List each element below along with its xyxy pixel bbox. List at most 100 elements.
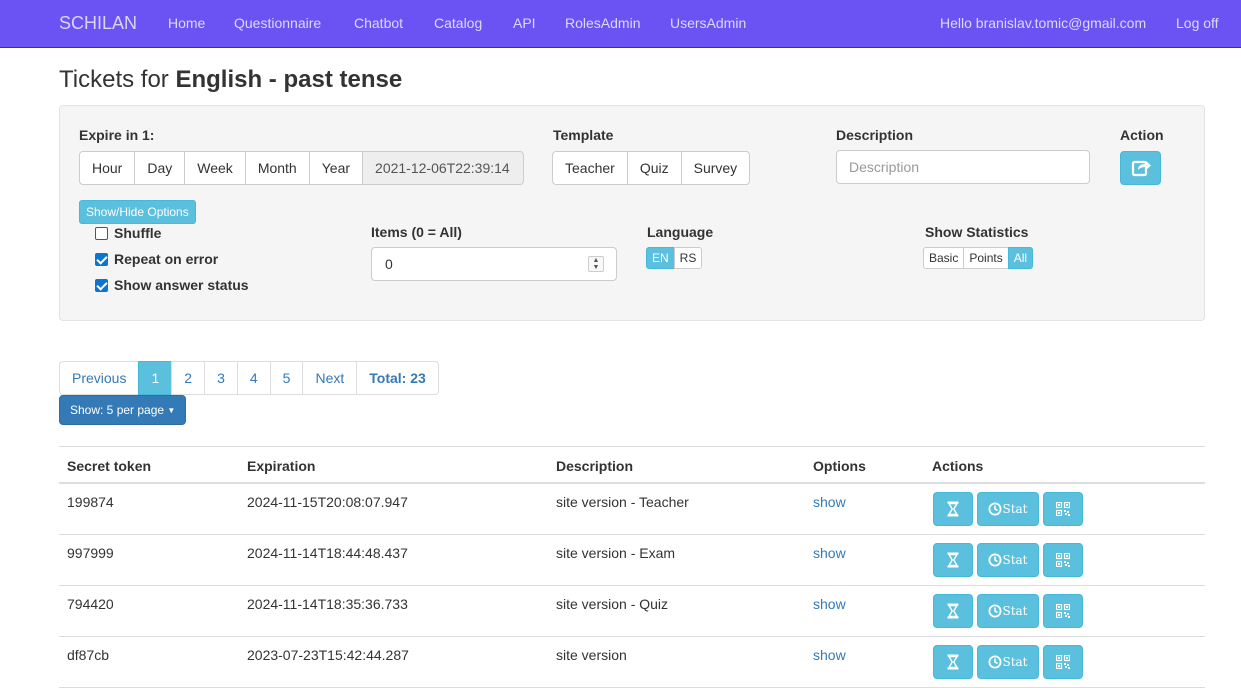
stats-basic-button[interactable]: Basic	[923, 247, 965, 269]
template-button-group: Teacher Quiz Survey	[552, 151, 751, 185]
items-label: Items (0 = All)	[371, 224, 462, 240]
row-show-link[interactable]: show	[813, 647, 846, 663]
shuffle-checkbox[interactable]	[95, 226, 108, 240]
qr-code-button[interactable]	[1043, 645, 1083, 679]
expire-button-group: Hour Day Week Month Year 2021-12-06T22:3…	[79, 151, 525, 185]
expire-day-button[interactable]: Day	[134, 151, 186, 185]
template-teacher-button[interactable]: Teacher	[552, 151, 628, 185]
language-en-button[interactable]: EN	[646, 247, 675, 269]
pagination-next[interactable]: Next	[302, 361, 358, 395]
page-title-prefix: Tickets for	[59, 66, 176, 93]
row-description: site version	[556, 647, 627, 663]
nav-logoff[interactable]: Log off	[1176, 15, 1219, 31]
language-label: Language	[647, 224, 714, 240]
repeat-on-error-checkbox[interactable]	[95, 252, 108, 266]
extend-expiration-button[interactable]	[933, 645, 973, 679]
ticket-options-panel: Expire in 1: Hour Day Week Month Year 20…	[59, 105, 1205, 321]
stats-all-button[interactable]: All	[1007, 247, 1034, 269]
nav-catalog[interactable]: Catalog	[434, 15, 482, 31]
row-token: 794420	[67, 596, 114, 612]
pagination-total: Total: 23	[356, 361, 439, 395]
expire-year-button[interactable]: Year	[308, 151, 364, 185]
repeat-on-error-checkbox-row[interactable]: Repeat on error	[95, 249, 218, 269]
table-row: 199874 2024-11-15T20:08:07.947 site vers…	[59, 484, 1205, 535]
shuffle-checkbox-row[interactable]: Shuffle	[95, 223, 161, 243]
qrcode-icon	[1056, 553, 1070, 567]
expire-week-button[interactable]: Week	[184, 151, 246, 185]
expire-month-button[interactable]: Month	[244, 151, 310, 185]
extend-expiration-button[interactable]	[933, 594, 973, 628]
share-square-icon	[1131, 160, 1151, 177]
show-hide-options-button[interactable]: Show/Hide Options	[79, 200, 196, 224]
qrcode-icon	[1056, 604, 1070, 618]
template-survey-button[interactable]: Survey	[680, 151, 751, 185]
nav-usersadmin[interactable]: UsersAdmin	[670, 15, 746, 31]
stats-points-button[interactable]: Points	[963, 247, 1009, 269]
expire-hour-button[interactable]: Hour	[79, 151, 136, 185]
qr-code-button[interactable]	[1043, 594, 1083, 628]
table-header: Secret token Expiration Description Opti…	[59, 446, 1205, 484]
nav-user-greeting[interactable]: Hello branislav.tomic@gmail.com	[940, 15, 1146, 31]
page-title-subject: English - past tense	[175, 66, 403, 93]
show-answer-status-label: Show answer status	[114, 277, 249, 293]
items-value: 0	[385, 256, 393, 272]
stat-label: Stat	[1002, 655, 1028, 669]
table-body: 199874 2024-11-15T20:08:07.947 site vers…	[59, 484, 1205, 688]
pagination-previous[interactable]: Previous	[59, 361, 140, 395]
spinner-up-icon[interactable]: ▲	[593, 257, 600, 264]
extend-expiration-button[interactable]	[933, 543, 973, 577]
row-description: site version - Quiz	[556, 596, 669, 612]
top-navbar: SCHILAN Home Questionnaire Chatbot Catal…	[0, 0, 1241, 48]
qrcode-icon	[1056, 655, 1070, 669]
language-rs-button[interactable]: RS	[673, 247, 703, 269]
description-input[interactable]	[836, 150, 1090, 184]
table-row: 794420 2024-11-14T18:35:36.733 site vers…	[59, 586, 1205, 637]
page-size-dropdown[interactable]: Show: 5 per page ▼	[59, 395, 187, 425]
nav-home[interactable]: Home	[168, 15, 205, 31]
statistics-button[interactable]: Stat	[977, 543, 1039, 577]
pagination-page-1[interactable]: 1	[138, 361, 173, 395]
statistics-button[interactable]: Stat	[977, 594, 1039, 628]
items-number-input[interactable]: 0 ▲ ▼	[371, 247, 617, 281]
show-answer-status-checkbox-row[interactable]: Show answer status	[95, 275, 249, 295]
nav-rolesadmin[interactable]: RolesAdmin	[565, 15, 640, 31]
table-row: 997999 2024-11-14T18:44:48.437 site vers…	[59, 535, 1205, 586]
page-title: Tickets for English - past tense	[59, 66, 402, 94]
col-description: Description	[556, 458, 634, 474]
nav-questionnaire[interactable]: Questionnaire	[234, 15, 321, 31]
col-actions: Actions	[932, 458, 984, 474]
pagination-page-2[interactable]: 2	[171, 361, 206, 395]
items-spinner[interactable]: ▲ ▼	[588, 256, 604, 272]
row-show-link[interactable]: show	[813, 596, 846, 612]
pagination-page-3[interactable]: 3	[204, 361, 238, 395]
hourglass-icon	[947, 501, 959, 517]
row-token: 199874	[67, 494, 114, 510]
nav-chatbot[interactable]: Chatbot	[354, 15, 403, 31]
nav-api[interactable]: API	[513, 15, 536, 31]
statistics-button-group: Basic Points All	[923, 247, 1034, 269]
expire-datetime-field[interactable]: 2021-12-06T22:39:14	[362, 151, 525, 185]
statistics-button[interactable]: Stat	[977, 645, 1039, 679]
row-show-link[interactable]: show	[813, 545, 846, 561]
show-answer-status-checkbox[interactable]	[95, 278, 108, 292]
col-secret-token: Secret token	[67, 458, 152, 474]
pagination-page-5[interactable]: 5	[269, 361, 304, 395]
col-options: Options	[813, 458, 866, 474]
pagination-page-4[interactable]: 4	[236, 361, 271, 395]
stat-label: Stat	[1002, 502, 1028, 516]
template-quiz-button[interactable]: Quiz	[626, 151, 682, 185]
clock-stat-icon	[988, 502, 1002, 516]
qr-code-button[interactable]	[1043, 543, 1083, 577]
col-expiration: Expiration	[247, 458, 316, 474]
hourglass-icon	[947, 654, 959, 670]
stat-label: Stat	[1002, 553, 1028, 567]
spinner-down-icon[interactable]: ▼	[593, 264, 600, 271]
extend-expiration-button[interactable]	[933, 492, 973, 526]
statistics-button[interactable]: Stat	[977, 492, 1039, 526]
row-token: df87cb	[67, 647, 110, 663]
clock-stat-icon	[988, 553, 1002, 567]
create-ticket-button[interactable]	[1120, 151, 1161, 185]
row-show-link[interactable]: show	[813, 494, 846, 510]
brand-logo[interactable]: SCHILAN	[59, 13, 137, 34]
qr-code-button[interactable]	[1043, 492, 1083, 526]
